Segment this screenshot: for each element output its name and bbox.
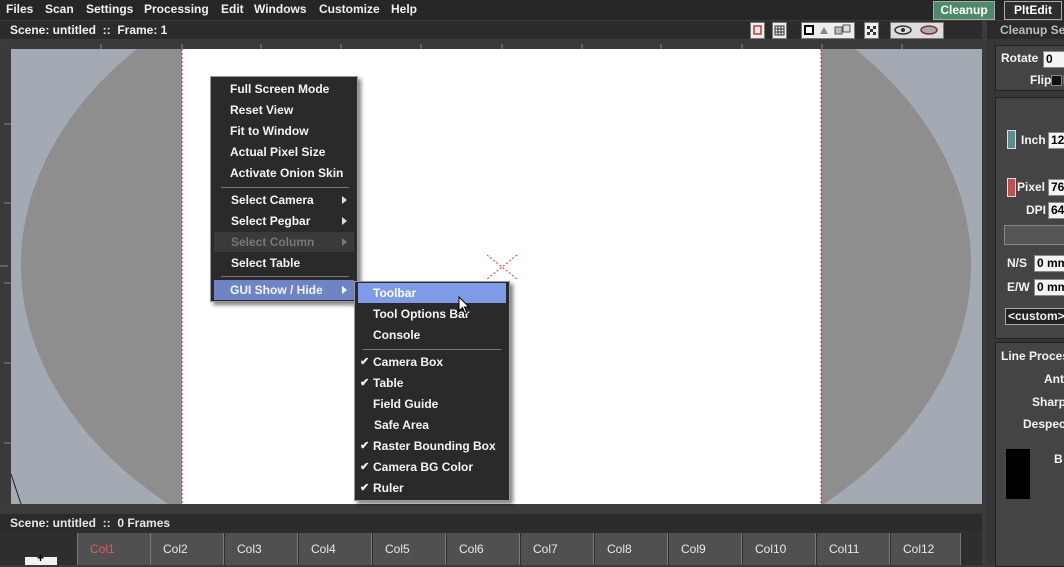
- preset-select[interactable]: <custom>: [1005, 308, 1064, 325]
- menu-separator: [363, 349, 501, 350]
- mouse-pointer-icon: [458, 296, 470, 315]
- menu-table[interactable]: ✔ Table: [358, 373, 506, 393]
- menu-reset-view[interactable]: Reset View: [214, 100, 354, 120]
- dpi-input[interactable]: 64: [1048, 202, 1064, 219]
- column-header-col11[interactable]: Col11: [817, 533, 890, 565]
- viewer-title: Scene: untitled :: Frame: 1: [10, 23, 168, 37]
- color-swatch[interactable]: [1006, 449, 1030, 499]
- panel-header: Cleanup Se: [987, 21, 1064, 39]
- ns-label: N/S: [1007, 256, 1028, 270]
- menu-files[interactable]: Files: [6, 2, 33, 16]
- column-header-col8[interactable]: Col8: [595, 533, 668, 565]
- column-header-col1[interactable]: Col1: [77, 533, 151, 565]
- menu-select-table[interactable]: Select Table: [214, 253, 354, 273]
- column-header-col7[interactable]: Col7: [521, 533, 594, 565]
- ns-offset-input[interactable]: 0 mm: [1034, 255, 1064, 272]
- menu-select-pegbar[interactable]: Select Pegbar: [214, 211, 354, 231]
- despeckling-label: Despec: [1023, 417, 1064, 431]
- menu-help[interactable]: Help: [391, 2, 417, 16]
- menu-activate-onion-skin[interactable]: Activate Onion Skin: [214, 163, 354, 183]
- menu-safe-area[interactable]: Safe Area: [358, 415, 506, 435]
- camera-settings-section: Inch 12 Pixel 76 DPI 64 N/S 0 mm E/W 0 m…: [995, 97, 1064, 339]
- line-processing-label: Line Proces: [1001, 349, 1064, 363]
- menu-separator: [221, 276, 349, 277]
- brightness-label: B: [1054, 452, 1063, 466]
- antialias-label: Anti: [1044, 372, 1064, 386]
- ew-label: E/W: [1007, 280, 1030, 294]
- check-icon: ✔: [360, 440, 370, 452]
- checkerboard-icon[interactable]: [864, 22, 879, 39]
- pixel-input[interactable]: 76: [1048, 179, 1064, 196]
- preview-toggles-icon[interactable]: [801, 22, 855, 39]
- panel-title: Cleanup Se: [1000, 23, 1064, 37]
- column-header-col12[interactable]: Col12: [891, 533, 961, 565]
- camera-preset-button[interactable]: [1004, 225, 1064, 245]
- submenu-arrow-icon: [342, 238, 347, 246]
- menu-scan[interactable]: Scan: [45, 2, 74, 16]
- submenu-arrow-icon: [342, 196, 347, 204]
- flip-label: Flip: [1030, 73, 1052, 87]
- check-icon: ✔: [360, 461, 370, 473]
- column-header-col3[interactable]: Col3: [225, 533, 298, 565]
- column-header-col9[interactable]: Col9: [669, 533, 742, 565]
- menu-camera-bg-color[interactable]: ✔ Camera BG Color: [358, 457, 506, 477]
- rotate-label: Rotate: [1001, 51, 1039, 65]
- pixel-label: Pixel: [1017, 180, 1046, 194]
- camera-stand-icon[interactable]: [750, 22, 765, 39]
- column-header-col6[interactable]: Col6: [447, 533, 520, 565]
- menu-fit-to-window[interactable]: Fit to Window: [214, 121, 354, 141]
- check-icon: ✔: [360, 482, 370, 494]
- check-icon: ✔: [360, 356, 370, 368]
- menu-select-camera[interactable]: Select Camera: [214, 190, 354, 210]
- menu-toolbar[interactable]: Toolbar: [358, 283, 506, 303]
- menu-windows[interactable]: Windows: [254, 2, 307, 16]
- line-processing-section: Line Proces Anti Sharp Despec B: [995, 342, 1064, 567]
- submenu-arrow-icon: [342, 286, 347, 294]
- onion-skin-eye-icon[interactable]: [890, 22, 944, 39]
- menu-tool-options-bar[interactable]: Tool Options Bar: [358, 304, 506, 324]
- add-column-button[interactable]: +: [25, 551, 57, 565]
- menu-bar: Files Scan Settings Processing Edit Wind…: [0, 0, 1064, 20]
- column-header-col10[interactable]: Col10: [743, 533, 816, 565]
- table-grid-icon[interactable]: [772, 22, 787, 39]
- sharpness-label: Sharp: [1032, 395, 1064, 409]
- menu-processing[interactable]: Processing: [144, 2, 209, 16]
- menu-camera-box[interactable]: ✔ Camera Box: [358, 352, 506, 372]
- menu-full-screen-mode[interactable]: Full Screen Mode: [214, 79, 354, 99]
- check-icon: ✔: [360, 377, 370, 389]
- viewer-context-menu: Full Screen Mode Reset View Fit to Windo…: [210, 76, 358, 302]
- inch-label: Inch: [1021, 133, 1046, 147]
- ew-offset-input[interactable]: 0 mm: [1034, 279, 1064, 296]
- room-tab-cleanup[interactable]: Cleanup: [933, 1, 995, 20]
- lock-inch-icon[interactable]: [1007, 130, 1016, 149]
- dpi-label: DPI: [1026, 203, 1047, 217]
- ruler-left[interactable]: [0, 49, 11, 504]
- menu-select-column: Select Column: [214, 232, 354, 252]
- lock-pixel-icon[interactable]: [1007, 178, 1016, 197]
- menu-ruler[interactable]: ✔ Ruler: [358, 478, 506, 498]
- menu-customize[interactable]: Customize: [319, 2, 380, 16]
- menu-raster-bounding-box[interactable]: ✔ Raster Bounding Box: [358, 436, 506, 456]
- xsheet-header: Scene: untitled :: 0 Frames: [0, 514, 982, 530]
- xsheet-panel: + Col1 Col2 Col3 Col4 Col5 Col6 Col7 Col…: [0, 530, 982, 565]
- menu-actual-pixel-size[interactable]: Actual Pixel Size: [214, 142, 354, 162]
- rotate-input[interactable]: 0: [1043, 51, 1064, 68]
- menu-settings[interactable]: Settings: [86, 2, 133, 16]
- room-tab-pltedit[interactable]: PltEdit: [1004, 1, 1062, 20]
- menu-edit[interactable]: Edit: [221, 2, 244, 16]
- submenu-arrow-icon: [342, 217, 347, 225]
- column-header-col4[interactable]: Col4: [299, 533, 372, 565]
- menu-field-guide[interactable]: Field Guide: [358, 394, 506, 414]
- gui-show-hide-submenu: Toolbar Tool Options Bar Console ✔ Camera…: [354, 281, 510, 501]
- menu-gui-show-hide[interactable]: GUI Show / Hide: [214, 280, 354, 300]
- xsheet-title: Scene: untitled :: 0 Frames: [10, 516, 171, 530]
- column-header-col2[interactable]: Col2: [151, 533, 224, 565]
- cleanup-settings-panel: Cleanup Se Rotate 0 Flip H Inch 12 Pixel…: [987, 21, 1064, 567]
- flip-h-checkbox[interactable]: [1051, 75, 1062, 86]
- menu-console[interactable]: Console: [358, 325, 506, 345]
- column-header-col5[interactable]: Col5: [373, 533, 446, 565]
- rotate-section: Rotate 0 Flip H: [995, 45, 1064, 91]
- menu-separator: [221, 187, 349, 188]
- inch-input[interactable]: 12: [1048, 132, 1064, 149]
